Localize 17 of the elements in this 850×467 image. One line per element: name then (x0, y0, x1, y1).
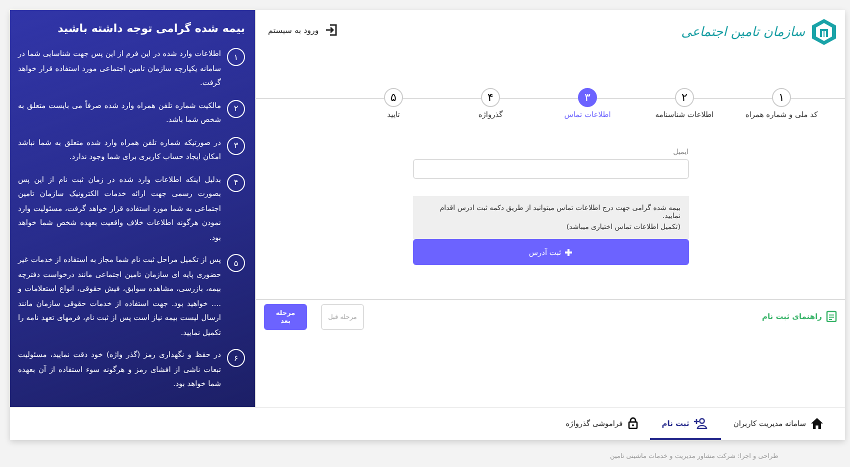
login-icon (324, 24, 337, 36)
logo-icon (811, 18, 837, 46)
plus-icon (565, 248, 572, 256)
number-circle: ۳ (227, 136, 245, 154)
number-circle: ۴ (227, 174, 245, 192)
panel-title: بیمه شده گرامی توجه داشته باشید (56, 22, 245, 35)
add-user-icon (694, 418, 710, 428)
number-circle: ۲ (227, 100, 245, 118)
logo-text: سازمان تامین اجتماعی (681, 24, 805, 40)
home-icon (811, 418, 823, 428)
number-circle: ۱ (227, 48, 245, 66)
number-circle: ۶ (227, 349, 245, 367)
number-circle: ۵ (227, 254, 245, 272)
lock-icon (628, 417, 638, 429)
login-link[interactable]: ورود به سیستم (268, 24, 337, 36)
email-field[interactable] (412, 159, 688, 179)
clipboard-icon (826, 310, 837, 322)
